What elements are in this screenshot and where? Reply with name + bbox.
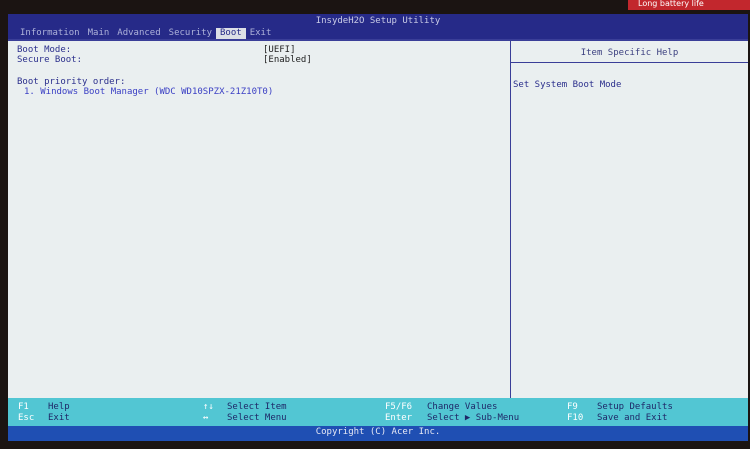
enter-key: Enter [385,413,413,423]
enter-action: Select ▶ Sub-Menu [427,413,520,423]
boot-mode-label: Boot Mode: [17,45,72,55]
settings-panel: Boot Mode: [UEFI] Secure Boot: [Enabled]… [8,41,510,397]
tab-advanced[interactable]: Advanced [113,28,164,39]
tab-information[interactable]: Information [16,28,84,39]
title-bar: InsydeH2O Setup Utility [8,14,748,28]
esc-key: Esc [18,413,35,423]
tab-exit[interactable]: Exit [246,28,276,39]
esc-action: Exit [48,413,70,423]
window-title: InsydeH2O Setup Utility [315,16,441,26]
secure-boot-label: Secure Boot: [17,55,83,65]
tab-security[interactable]: Security [165,28,216,39]
sticker-text: Long battery life [638,0,704,8]
help-divider [511,62,748,63]
boot-mode-value[interactable]: [UEFI] [263,45,296,55]
f1-action: Help [48,402,70,412]
secure-boot-value[interactable]: [Enabled] [263,55,312,65]
boot-priority-item[interactable]: 1. Windows Boot Manager (WDC WD10SPZX-21… [17,87,510,97]
help-text: Set System Boot Mode [513,80,622,90]
menu-bar: Information Main Advanced Security Boot … [8,28,748,39]
updown-arrows-icon: ↑↓ [203,402,214,412]
leftright-action: Select Menu [227,413,287,423]
panel-divider [510,41,511,398]
f9-action: Setup Defaults [597,402,673,412]
key-legend: F1 Help Esc Exit ↑↓ Select Item ↔ Select… [8,398,748,426]
battery-sticker: Long battery life [628,0,750,10]
f5f6-key: F5/F6 [385,402,413,412]
f5f6-action: Change Values [427,402,498,412]
tab-main[interactable]: Main [84,28,114,39]
secure-boot-row[interactable]: Secure Boot: [Enabled] [17,55,510,65]
bios-screen: InsydeH2O Setup Utility Information Main… [8,14,748,441]
leftright-arrows-icon: ↔ [203,413,209,423]
f10-action: Save and Exit [597,413,668,423]
f10-key: F10 [567,413,584,423]
help-header: Item Specific Help [580,48,679,58]
boot-priority-heading: Boot priority order: [17,77,126,87]
tab-boot[interactable]: Boot [216,28,246,39]
copyright-text: Copyright (C) Acer Inc. [315,427,441,437]
boot-mode-row[interactable]: Boot Mode: [UEFI] [17,45,510,55]
f1-key: F1 [18,402,29,412]
copyright-bar: Copyright (C) Acer Inc. [8,426,748,441]
f9-key: F9 [567,402,578,412]
updown-action: Select Item [227,402,287,412]
